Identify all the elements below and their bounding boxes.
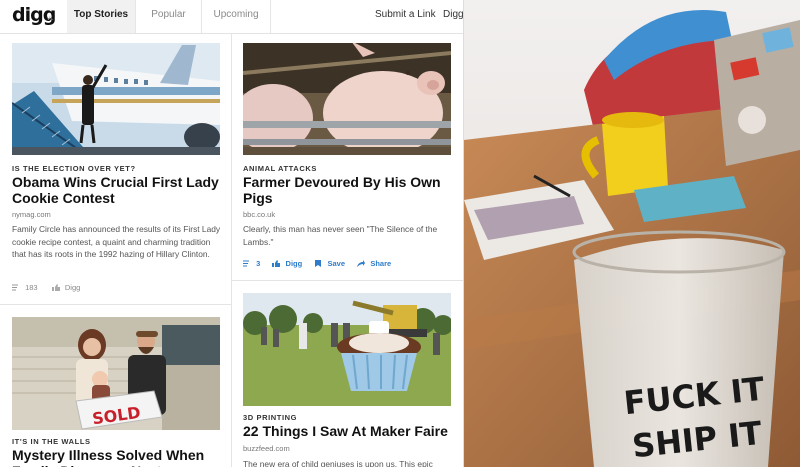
share-arrow-icon[interactable] xyxy=(357,259,366,267)
office-photo: FUCK IT SHIP IT xyxy=(464,0,800,467)
logo-version: v1 xyxy=(47,16,54,22)
top-navigation-bar: digg v1 Top Stories Popular Upcoming Sub… xyxy=(0,0,463,34)
story-kicker: ANIMAL ATTACKS xyxy=(243,164,317,173)
story-source[interactable]: bbc.co.uk xyxy=(243,210,275,219)
story-description: Family Circle has announced the results … xyxy=(12,224,221,259)
submit-link-button[interactable]: Submit a Link xyxy=(375,0,436,30)
comments-icon[interactable] xyxy=(243,260,251,267)
story-kicker: IT'S IN THE WALLS xyxy=(12,437,91,446)
family-photo: SOLD xyxy=(12,317,220,430)
thumbs-up-icon[interactable] xyxy=(51,283,60,291)
maker-faire-photo xyxy=(243,293,451,406)
story-action-bar: 3 Digg Save Share xyxy=(243,258,391,268)
story-thumbnail-cupcake[interactable] xyxy=(243,293,451,406)
bookmark-icon[interactable] xyxy=(314,259,322,267)
pigs-photo xyxy=(243,43,451,155)
tab-top-stories[interactable]: Top Stories xyxy=(67,0,135,33)
story-description: The new era of child geniuses is upon us… xyxy=(243,459,433,467)
row-divider xyxy=(232,280,463,281)
tab-popular[interactable]: Popular xyxy=(136,0,201,33)
tab-divider xyxy=(270,0,271,33)
story-title[interactable]: Obama Wins Crucial First Lady Cookie Con… xyxy=(12,174,224,206)
share-button[interactable]: Share xyxy=(370,259,391,268)
story-thumbnail-pigs[interactable] xyxy=(243,43,451,155)
office-desk-photo: FUCK IT SHIP IT xyxy=(464,0,800,467)
story-title[interactable]: 22 Things I Saw At Maker Faire xyxy=(243,423,455,439)
column-divider xyxy=(231,34,232,467)
digg-logo[interactable]: digg xyxy=(12,4,56,26)
digg-count: 183 xyxy=(25,282,38,292)
digg-button[interactable]: Digg xyxy=(65,283,80,292)
story-meta-bar: 183 Digg xyxy=(12,282,80,292)
digg-app: digg v1 Top Stories Popular Upcoming Sub… xyxy=(0,0,464,467)
story-thumbnail-obama[interactable] xyxy=(12,43,220,155)
story-source[interactable]: nymag.com xyxy=(12,210,51,219)
thumbs-up-icon[interactable] xyxy=(272,259,281,267)
story-title[interactable]: Farmer Devoured By His Own Pigs xyxy=(243,174,443,206)
story-description: Clearly, this man has never seen "The Si… xyxy=(243,224,438,247)
story-thumbnail-family[interactable]: SOLD xyxy=(12,317,220,430)
story-source[interactable]: buzzfeed.com xyxy=(243,444,290,453)
plane-photo xyxy=(12,43,220,155)
digg-menu-link[interactable]: Digg xyxy=(443,0,463,30)
save-button[interactable]: Save xyxy=(328,259,346,268)
story-title[interactable]: Mystery Illness Solved When Family Disco… xyxy=(12,447,224,467)
digg-count: 3 xyxy=(256,258,261,268)
tab-upcoming[interactable]: Upcoming xyxy=(202,0,270,33)
row-divider xyxy=(0,304,231,305)
story-kicker: 3D PRINTING xyxy=(243,413,298,422)
story-kicker: IS THE ELECTION OVER YET? xyxy=(12,164,136,173)
comments-icon[interactable] xyxy=(12,284,20,291)
digg-button[interactable]: Digg xyxy=(286,259,303,268)
